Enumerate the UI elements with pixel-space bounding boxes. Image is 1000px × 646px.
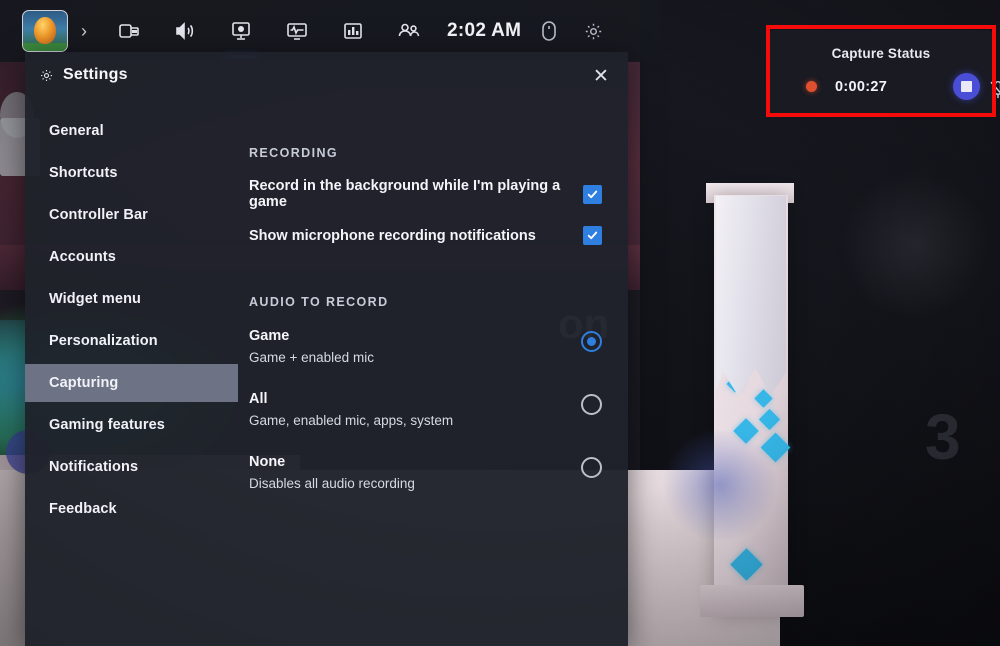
radio-title: Game: [249, 328, 290, 344]
settings-header: Settings ✕: [25, 52, 628, 98]
checkbox-record-background[interactable]: [583, 184, 602, 204]
section-heading-audio: AUDIO TO RECORD: [249, 295, 389, 309]
background-banner-cloth: [716, 196, 786, 396]
recording-dot-icon: [806, 81, 817, 92]
screenshot-root: 3 on ›: [0, 0, 1000, 646]
radio-row-none[interactable]: None Disables all audio recording: [249, 453, 628, 494]
radio-row-all[interactable]: All Game, enabled mic, apps, system: [249, 390, 628, 431]
setting-label: Show microphone recording notifications: [249, 227, 536, 244]
settings-body: General Shortcuts Controller Bar Account…: [25, 98, 628, 646]
nav-label: General: [49, 123, 104, 139]
background-pillar-base: [700, 585, 804, 617]
nav-label: Accounts: [49, 249, 116, 265]
sidebar-item-feedback[interactable]: Feedback: [25, 490, 238, 528]
nav-label: Controller Bar: [49, 207, 148, 223]
sidebar-item-shortcuts[interactable]: Shortcuts: [25, 154, 238, 192]
stop-square-icon: [961, 81, 972, 92]
radio-subtitle: Disables all audio recording: [249, 476, 415, 491]
setting-label: Record in the background while I'm playi…: [249, 178, 561, 210]
sidebar-item-widget-menu[interactable]: Widget menu: [25, 280, 238, 318]
thumbnail-egg-icon: [34, 17, 56, 44]
radio-row-game[interactable]: Game Game + enabled mic: [249, 327, 628, 368]
thumbnail-grass: [23, 43, 67, 51]
setting-row-record-background[interactable]: Record in the background while I'm playi…: [249, 178, 628, 210]
bar-chart-icon: [344, 23, 362, 39]
nav-label: Personalization: [49, 333, 158, 349]
radio-text-group: All Game, enabled mic, apps, system: [249, 390, 453, 431]
sidebar-item-controller-bar[interactable]: Controller Bar: [25, 196, 238, 234]
sidebar-item-gaming-features[interactable]: Gaming features: [25, 406, 238, 444]
settings-panel: Settings ✕ General Shortcuts Controller …: [25, 52, 628, 646]
sidebar-item-accounts[interactable]: Accounts: [25, 238, 238, 276]
radio-title: None: [249, 454, 286, 470]
section-heading-recording: RECORDING: [249, 146, 338, 160]
performance-monitor-icon: [287, 23, 307, 40]
capture-elapsed-time: 0:00:27: [835, 78, 888, 95]
radio-text-group: Game Game + enabled mic: [249, 327, 374, 368]
nav-label: Notifications: [49, 459, 139, 475]
settings-nav: General Shortcuts Controller Bar Account…: [25, 98, 238, 646]
radio-text-group: None Disables all audio recording: [249, 453, 415, 494]
nav-label: Widget menu: [49, 291, 141, 307]
toolbar-clock: 2:02 AM: [447, 20, 522, 41]
radio-subtitle: Game + enabled mic: [249, 350, 374, 365]
nav-label: Gaming features: [49, 417, 165, 433]
mouse-icon: [542, 21, 557, 41]
sidebar-item-notifications[interactable]: Notifications: [25, 448, 238, 486]
close-icon[interactable]: ✕: [588, 63, 614, 89]
nav-label: Capturing: [49, 375, 119, 391]
background-sign-number: 3: [925, 401, 961, 473]
sidebar-item-personalization[interactable]: Personalization: [25, 322, 238, 360]
setting-row-mic-notifications[interactable]: Show microphone recording notifications: [249, 226, 628, 245]
radio-title: All: [249, 391, 268, 407]
radio-subtitle: Game, enabled mic, apps, system: [249, 413, 454, 428]
sidebar-item-capturing[interactable]: Capturing: [25, 364, 238, 402]
radio-all[interactable]: [581, 394, 602, 415]
widget-store-icon: [119, 24, 139, 38]
capture-status-row: 0:00:27: [770, 73, 992, 100]
background-glow: [660, 430, 780, 540]
speaker-icon: [176, 22, 194, 40]
capture-monitor-icon: [232, 22, 250, 40]
game-thumbnail[interactable]: [22, 10, 68, 52]
checkbox-mic-notifications[interactable]: [583, 226, 602, 245]
capture-status-title: Capture Status: [831, 46, 931, 61]
background-shop-sign: [840, 170, 990, 320]
nav-label: Shortcuts: [49, 165, 118, 181]
gear-icon: [39, 68, 54, 83]
radio-none[interactable]: [581, 457, 602, 478]
microphone-muted-icon[interactable]: [988, 79, 1000, 101]
people-icon: [398, 23, 420, 37]
settings-content: RECORDING Record in the background while…: [238, 98, 628, 646]
radio-game[interactable]: [581, 331, 602, 352]
nav-label: Feedback: [49, 501, 117, 517]
sidebar-item-general[interactable]: General: [25, 112, 238, 150]
capture-status-widget: Capture Status 0:00:27: [770, 30, 1000, 115]
gear-icon: [585, 23, 601, 39]
check-icon: [587, 231, 598, 240]
check-icon: [587, 190, 598, 198]
stop-recording-button[interactable]: [953, 73, 980, 100]
expand-chevron-icon[interactable]: ›: [81, 21, 87, 42]
settings-title: Settings: [63, 66, 128, 83]
